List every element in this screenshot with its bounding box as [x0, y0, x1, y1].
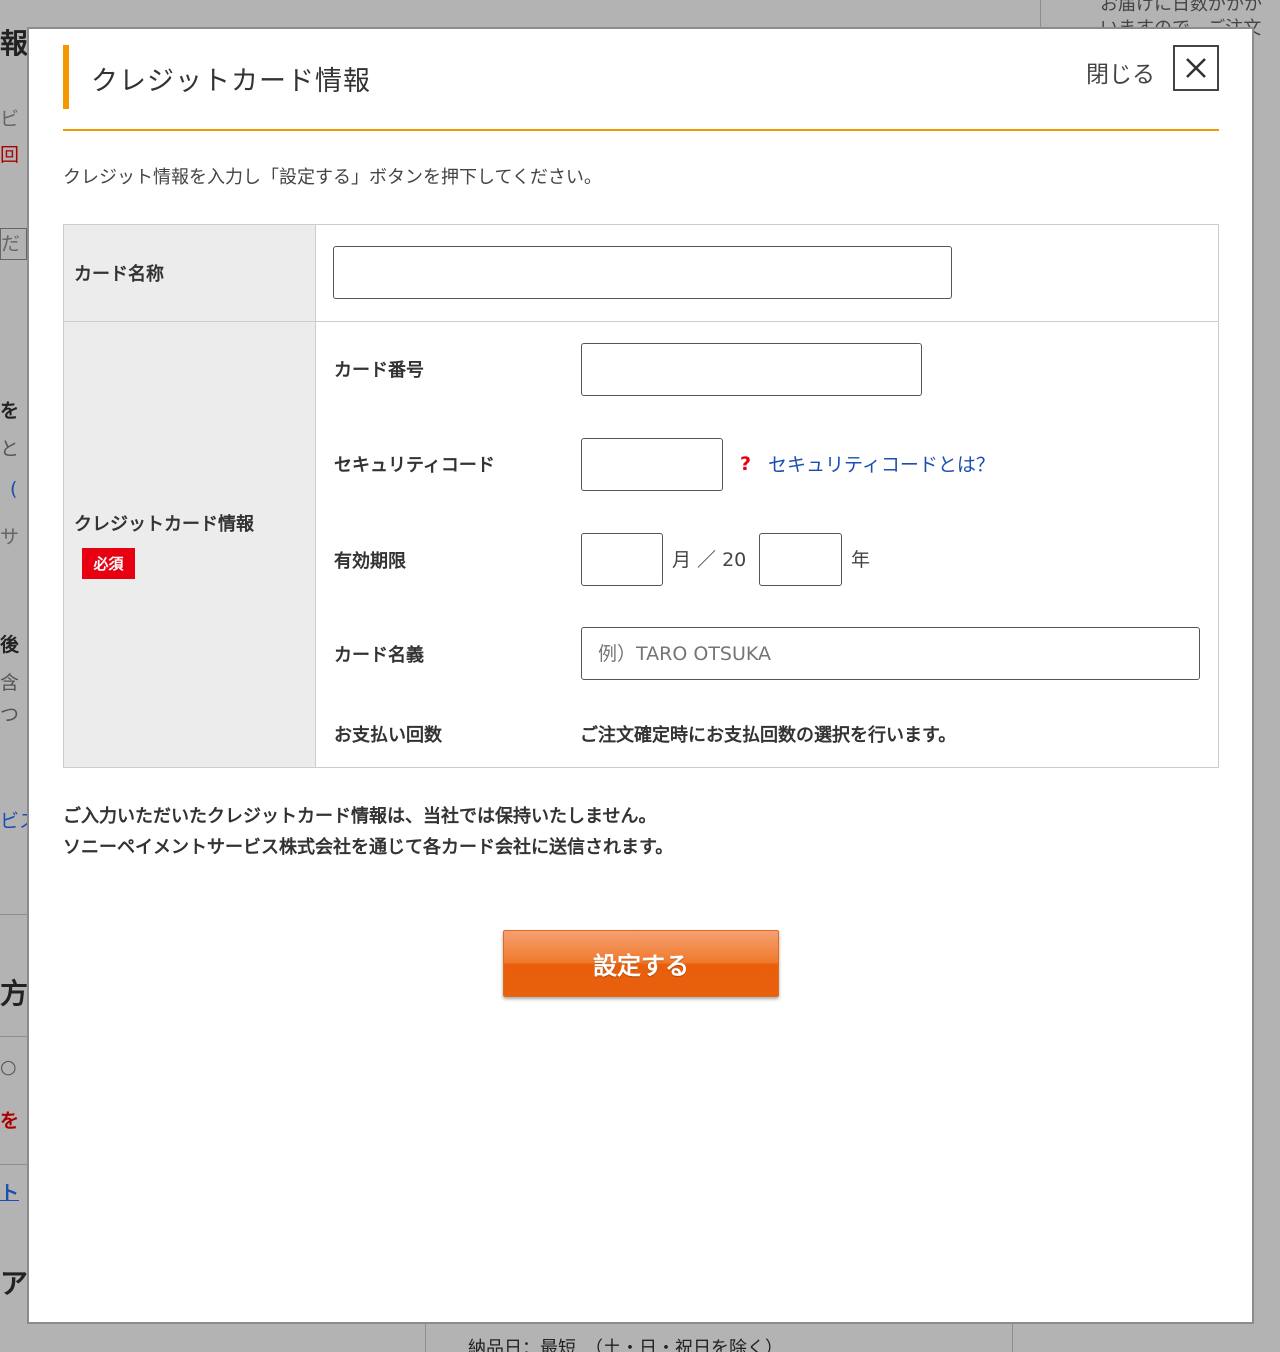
installments-note: ご注文確定時にお支払回数の選択を行います。 [580, 725, 957, 746]
intro-text: クレジット情報を入力し「設定する」ボタンを押下してください。 [63, 167, 602, 188]
expiry-year-input[interactable] [759, 533, 842, 586]
bg-text: 後 [0, 634, 20, 656]
bg-text: を [0, 1110, 20, 1132]
credit-info-cell: カード番号 セキュリティコード ? セキュリティコードとは？ 有効期限 月 ／ … [316, 322, 1218, 767]
credit-info-label: クレジットカード情報 必須 [64, 322, 316, 767]
security-code-input[interactable] [581, 438, 723, 491]
card-name-input[interactable] [333, 246, 952, 299]
bg-text: 含 [0, 672, 20, 694]
bg-divider [0, 1164, 27, 1165]
card-number-input[interactable] [581, 343, 922, 396]
bg-heading: 方 [0, 977, 29, 1010]
close-label[interactable]: 閉じる [1086, 55, 1155, 89]
help-icon: ? [740, 453, 752, 475]
bg-text: つ [0, 704, 20, 726]
card-number-label: カード番号 [334, 360, 424, 381]
expiry-month-input[interactable] [581, 533, 663, 586]
installments-label: お支払い回数 [334, 725, 442, 746]
bg-divider [425, 1324, 426, 1352]
bg-divider [1040, 0, 1041, 30]
bg-text: サ [0, 526, 20, 548]
card-holder-label: カード名義 [334, 645, 424, 666]
modal-title: クレジットカード情報 [91, 66, 371, 97]
submit-button[interactable]: 設定する [503, 930, 779, 997]
bg-divider [0, 1036, 27, 1037]
bg-text: だ [0, 228, 27, 260]
bg-divider [0, 914, 27, 915]
credit-card-modal: クレジットカード情報 閉じる クレジット情報を入力し「設定する」ボタンを押下して… [27, 27, 1254, 1324]
bg-text: 納品日：最短 （土・日・祝日を除く） [468, 1338, 783, 1352]
required-badge: 必須 [82, 548, 135, 579]
expiry-month-unit: 月 ／ 20 [672, 549, 747, 571]
expiry-label: 有効期限 [334, 551, 406, 572]
modal-header: クレジットカード情報 閉じる [63, 45, 1219, 131]
card-name-label-text: カード名称 [74, 264, 164, 285]
card-name-cell [316, 225, 1218, 321]
card-name-row: カード名称 [64, 225, 1218, 322]
credit-card-form: カード名称 クレジットカード情報 必須 カード番号 セキュリティコード ? セキ… [63, 224, 1219, 768]
card-holder-input[interactable] [581, 627, 1200, 680]
notice-line-1: ご入力いただいたクレジットカード情報は、当社では保持いたしません。 [63, 806, 657, 827]
bg-text: ○ [0, 1056, 17, 1078]
credit-info-label-text: クレジットカード情報 [74, 514, 254, 535]
bg-text: を [0, 400, 20, 422]
security-code-label: セキュリティコード [334, 455, 495, 476]
bg-text: と [0, 438, 20, 460]
close-button[interactable] [1173, 45, 1219, 91]
bg-text: 回 [0, 144, 20, 166]
expiry-year-unit: 年 [851, 549, 871, 571]
bg-text: ビ [0, 108, 20, 130]
card-name-label: カード名称 [64, 225, 316, 321]
bg-link: ト [0, 1182, 20, 1204]
close-icon [1186, 58, 1206, 78]
privacy-notice: ご入力いただいたクレジットカード情報は、当社では保持いたしません。 ソニーペイメ… [63, 801, 673, 863]
notice-line-2: ソニーペイメントサービス株式会社を通じて各カード会社に送信されます。 [63, 837, 674, 858]
title-accent-bar [63, 45, 69, 109]
security-code-help-link[interactable]: セキュリティコードとは？ [768, 450, 995, 477]
bg-heading: 報 [0, 27, 29, 60]
bg-heading: ア [0, 1267, 29, 1300]
credit-info-row: クレジットカード情報 必須 カード番号 セキュリティコード ? セキュリティコー… [64, 322, 1218, 767]
bg-text: ( [10, 478, 18, 500]
bg-divider [1012, 1324, 1013, 1352]
